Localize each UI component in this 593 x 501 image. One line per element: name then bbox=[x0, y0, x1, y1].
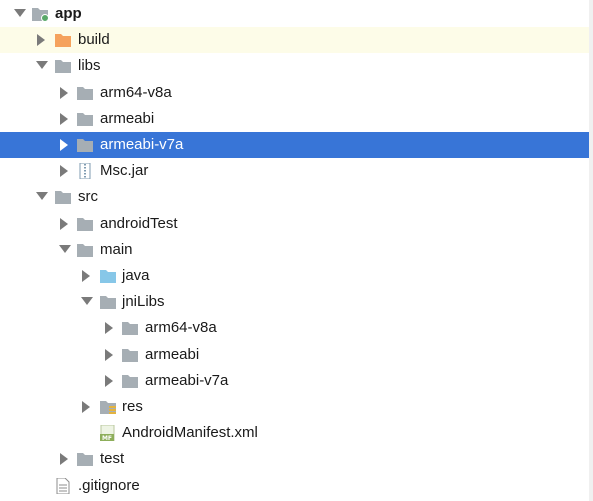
folder-icon bbox=[76, 85, 94, 101]
expand-arrow-right-icon[interactable] bbox=[58, 158, 72, 184]
expand-arrow-down-icon[interactable] bbox=[80, 289, 94, 315]
tree-node-java[interactable]: java bbox=[0, 263, 593, 289]
tree-node-label: androidTest bbox=[100, 214, 178, 232]
folder-icon bbox=[121, 347, 139, 363]
tree-node-label: build bbox=[78, 31, 110, 49]
tree-node-label: AndroidManifest.xml bbox=[122, 424, 258, 442]
folder-icon bbox=[76, 242, 94, 258]
expand-arrow-right-icon[interactable] bbox=[58, 132, 72, 158]
scrollbar-track[interactable] bbox=[589, 0, 593, 501]
tree-node-label: .gitignore bbox=[78, 476, 140, 494]
tree-node-label: armeabi-v7a bbox=[100, 136, 184, 153]
tree-node-label: armeabi bbox=[100, 109, 155, 127]
excluded-folder-icon bbox=[54, 32, 72, 48]
expand-arrow-right-icon[interactable] bbox=[58, 80, 72, 106]
expand-arrow-right-icon[interactable] bbox=[58, 106, 72, 132]
tree-node-label: arm64-v8a bbox=[145, 319, 217, 337]
tree-node-armeabi-v7a[interactable]: armeabi-v7a bbox=[0, 368, 593, 394]
tree-node-androidmanifest-xml[interactable]: MF AndroidManifest.xml bbox=[0, 420, 593, 446]
source-folder-icon bbox=[99, 268, 117, 284]
tree-node-libs[interactable]: libs bbox=[0, 53, 593, 79]
tree-node-label: arm64-v8a bbox=[100, 83, 172, 101]
tree-node-main[interactable]: main bbox=[0, 237, 593, 263]
folder-icon bbox=[76, 451, 94, 467]
tree-node-armeabi[interactable]: armeabi bbox=[0, 106, 593, 132]
folder-icon bbox=[76, 216, 94, 232]
tree-node-build[interactable]: build bbox=[0, 27, 593, 54]
expand-arrow-right-icon[interactable] bbox=[80, 263, 94, 289]
jar-file-icon bbox=[76, 163, 94, 180]
tree-node-label: app bbox=[55, 5, 82, 22]
tree-node-res[interactable]: res bbox=[0, 394, 593, 420]
text-file-icon bbox=[54, 477, 72, 494]
tree-node-src[interactable]: src bbox=[0, 184, 593, 210]
folder-icon bbox=[99, 294, 117, 310]
folder-icon bbox=[121, 320, 139, 336]
tree-node-label: libs bbox=[78, 57, 101, 75]
expand-arrow-right-icon[interactable] bbox=[80, 394, 94, 420]
module-folder-icon bbox=[31, 6, 49, 22]
tree-node-test[interactable]: test bbox=[0, 446, 593, 472]
folder-icon bbox=[76, 111, 94, 127]
tree-node-label: java bbox=[122, 267, 150, 284]
svg-text:MF: MF bbox=[102, 435, 112, 441]
tree-node-label: res bbox=[122, 398, 143, 415]
expand-arrow-right-icon[interactable] bbox=[58, 446, 72, 472]
tree-node-label: armeabi bbox=[145, 345, 200, 363]
tree-node-gitignore[interactable]: .gitignore bbox=[0, 473, 593, 499]
expand-arrow-down-icon[interactable] bbox=[35, 184, 49, 210]
expand-arrow-right-icon[interactable] bbox=[103, 368, 117, 394]
expand-arrow-right-icon[interactable] bbox=[58, 211, 72, 237]
tree-node-label: test bbox=[100, 450, 125, 468]
tree-node-label: Msc.jar bbox=[100, 162, 149, 180]
tree-node-armeabi[interactable]: armeabi bbox=[0, 342, 593, 368]
tree-node-label: main bbox=[100, 240, 133, 258]
tree-node-armeabi-v7a[interactable]: armeabi-v7a bbox=[0, 132, 593, 158]
folder-icon bbox=[76, 137, 94, 153]
expand-arrow-down-icon[interactable] bbox=[35, 53, 49, 79]
tree-node-label: src bbox=[78, 188, 98, 206]
manifest-file-icon: MF bbox=[99, 425, 117, 442]
resource-folder-icon bbox=[99, 399, 117, 415]
expand-arrow-down-icon[interactable] bbox=[58, 237, 72, 263]
folder-icon bbox=[54, 189, 72, 205]
tree-node-androidtest[interactable]: androidTest bbox=[0, 211, 593, 237]
tree-node-jnilibs[interactable]: jniLibs bbox=[0, 289, 593, 315]
expand-arrow-right-icon[interactable] bbox=[103, 342, 117, 368]
expand-arrow-right-icon[interactable] bbox=[35, 27, 49, 53]
tree-node-label: jniLibs bbox=[122, 293, 165, 311]
expand-arrow-right-icon[interactable] bbox=[103, 315, 117, 341]
tree-node-msc-jar[interactable]: Msc.jar bbox=[0, 158, 593, 184]
expand-arrow-down-icon[interactable] bbox=[13, 1, 27, 27]
tree-node-app[interactable]: app bbox=[0, 1, 593, 27]
folder-icon bbox=[121, 373, 139, 389]
tree-node-arm64-v8a[interactable]: arm64-v8a bbox=[0, 315, 593, 341]
tree-node-arm64-v8a[interactable]: arm64-v8a bbox=[0, 80, 593, 106]
tree-node-label: armeabi-v7a bbox=[145, 371, 229, 389]
project-tree: app build libs arm64-v8a armeabi armeabi-v7a M… bbox=[0, 0, 593, 501]
folder-icon bbox=[54, 58, 72, 74]
